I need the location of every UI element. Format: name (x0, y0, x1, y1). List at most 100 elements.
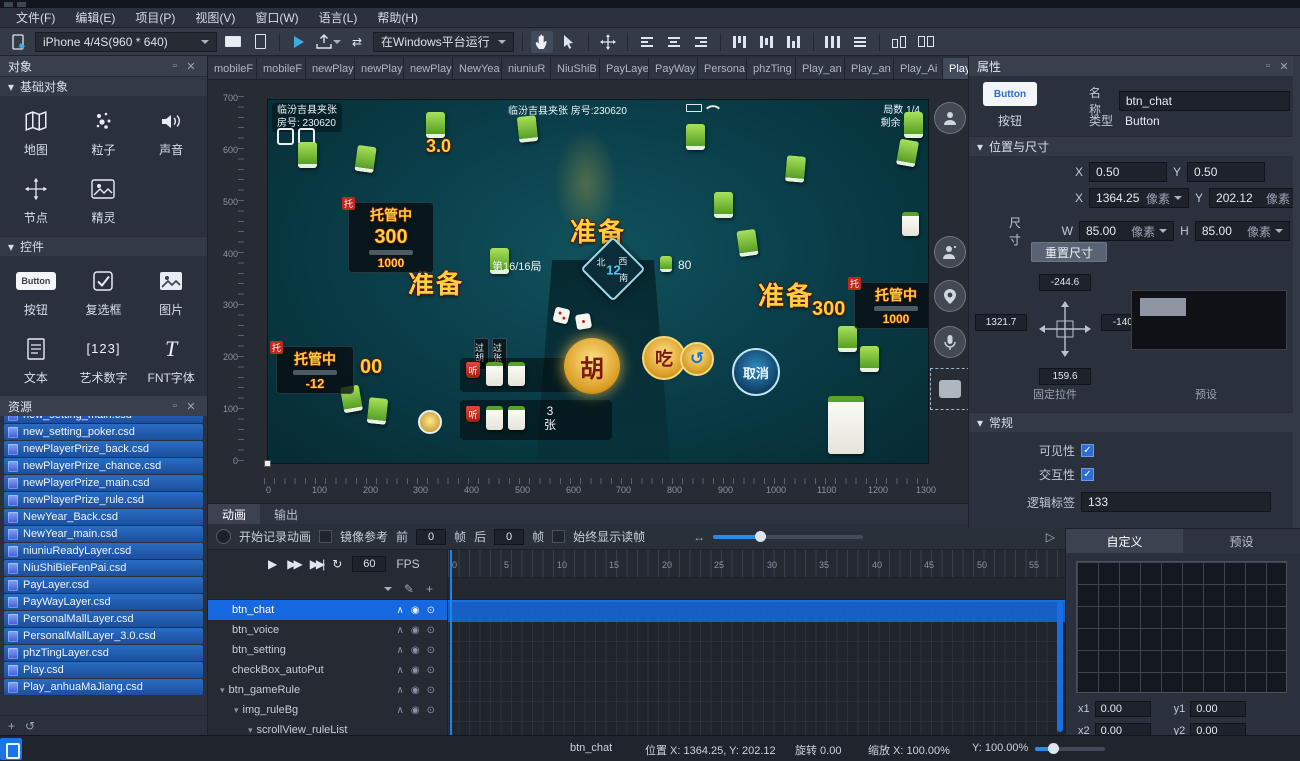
collapse-icon[interactable]: ∧ (397, 605, 404, 616)
dock-icon[interactable]: ▫ (167, 60, 183, 72)
keyframe-icon[interactable]: ⊙ (427, 685, 435, 696)
resource-file[interactable]: NiuShiBieFenPai.csd (4, 560, 203, 576)
eye-icon[interactable]: ◉ (411, 605, 420, 616)
x-position-input[interactable]: 1364.25 像素 (1089, 188, 1190, 208)
distribute-h-icon[interactable] (822, 31, 844, 53)
doc-tab[interactable]: NewYea (453, 58, 502, 79)
new-file-icon[interactable] (8, 31, 30, 53)
menu-project[interactable]: 项目(P) (125, 7, 185, 28)
doc-tab[interactable]: newPlay (306, 58, 355, 79)
resource-file[interactable]: PersonalMallLayer_3.0.csd (4, 628, 203, 644)
device-select[interactable]: iPhone 4/4S(960 * 640) (35, 31, 217, 52)
expand-icon[interactable]: ▾ (248, 725, 253, 736)
doc-tab[interactable]: Play_Ai (894, 58, 943, 79)
doc-tab[interactable]: niuniuR (502, 58, 551, 79)
height-input[interactable]: 85.00 像素 (1194, 221, 1291, 241)
orientation-portrait-button[interactable] (249, 31, 271, 53)
width-input[interactable]: 85.00 像素 (1079, 221, 1175, 241)
dock-icon[interactable]: ▫ (167, 400, 183, 412)
margin-left-input[interactable]: 1321.7 (975, 314, 1027, 331)
track-img-rulebg[interactable]: ▾ img_ruleBg ∧ ◉ ⊙ (208, 700, 447, 720)
menu-edit[interactable]: 编辑(E) (65, 7, 125, 28)
timeline-vertical-scrollbar[interactable] (1057, 602, 1063, 732)
dock-icon[interactable]: ▫ (1260, 60, 1276, 72)
align-right-icon[interactable] (690, 31, 712, 53)
distribute-v-icon[interactable] (849, 31, 871, 53)
tab-output[interactable]: 输出 (260, 504, 312, 524)
microphone-icon[interactable] (934, 326, 966, 358)
fps-input[interactable]: 60 (352, 556, 387, 572)
resource-file[interactable]: newPlayerPrize_chance.csd (4, 458, 203, 474)
track-btn-gamerule[interactable]: ▾ btn_gameRule ∧ ◉ ⊙ (208, 680, 447, 700)
keyframe-icon[interactable]: ⊙ (427, 665, 435, 676)
resource-file[interactable]: niuniuReadyLayer.csd (4, 543, 203, 559)
expand-icon[interactable]: ▾ (220, 685, 225, 696)
object-item-checkbox[interactable]: 复选框 (70, 260, 138, 324)
always-show-checkbox[interactable] (552, 530, 566, 543)
collapse-icon[interactable]: ∧ (397, 705, 404, 716)
section-general[interactable]: ▾ 常规 (969, 412, 1300, 432)
orientation-landscape-button[interactable] (222, 31, 244, 53)
add-icon[interactable]: + (8, 719, 15, 733)
resource-file[interactable]: NewYear_Back.csd (4, 509, 203, 525)
resource-file[interactable]: newPlayerPrize_back.csd (4, 441, 203, 457)
menu-language[interactable]: 语言(L) (309, 7, 368, 28)
resource-file[interactable]: newPlayerPrize_main.csd (4, 475, 203, 491)
curve-grid[interactable] (1076, 561, 1287, 693)
section-controls[interactable]: ▾ 控件 (0, 236, 207, 256)
location-pin-icon[interactable] (934, 280, 966, 312)
play-outline-icon[interactable]: ▷ (1046, 530, 1055, 544)
game-stage[interactable]: 临汾吉县夹张 房号: 230620 临汾吉县夹张 房号:230620 局数 1/… (268, 100, 928, 463)
avatar-add-icon[interactable] (934, 236, 966, 268)
eye-icon[interactable]: ◉ (411, 625, 420, 636)
menu-help[interactable]: 帮助(H) (367, 7, 428, 28)
margin-top-input[interactable]: -244.6 (1039, 274, 1091, 291)
doc-tab[interactable]: mobileF (208, 58, 257, 79)
menu-view[interactable]: 视图(V) (185, 7, 245, 28)
keyframe-icon[interactable]: ⊙ (427, 705, 435, 716)
interactive-checkbox[interactable]: ✓ (1081, 468, 1094, 481)
object-item-text[interactable]: 文本 (2, 328, 70, 392)
object-item-button[interactable]: Button 按钮 (2, 260, 70, 324)
reset-size-button[interactable]: 重置尺寸 (1031, 242, 1107, 262)
doc-tab[interactable]: phzTing (747, 58, 796, 79)
eye-icon[interactable]: ◉ (411, 705, 420, 716)
mirror-checkbox[interactable] (319, 530, 333, 543)
before-frames-input[interactable]: 0 (416, 528, 447, 545)
same-size-icon[interactable] (915, 31, 937, 53)
object-item-particle[interactable]: 粒子 (70, 100, 138, 164)
record-label[interactable]: 开始记录动画 (239, 528, 311, 545)
resource-file[interactable]: PayWayLayer.csd (4, 594, 203, 610)
run-target-select[interactable]: 在Windows平台运行 (373, 31, 514, 52)
doc-tab[interactable]: PayLaye (600, 58, 649, 79)
frame-ruler[interactable]: 0 5 10 15 20 25 30 35 40 45 50 55 (448, 550, 1065, 578)
doc-tab[interactable]: PayWay (649, 58, 698, 79)
section-position-size[interactable]: ▾ 位置与尺寸 (969, 136, 1300, 156)
sync-icon[interactable]: ⇄ (346, 31, 368, 53)
resource-file[interactable]: PersonalMallLayer.csd (4, 611, 203, 627)
chevron-down-icon[interactable] (1174, 196, 1183, 200)
after-frames-input[interactable]: 0 (494, 528, 525, 545)
track-btn-voice[interactable]: btn_voice ∧ ◉ ⊙ (208, 620, 447, 640)
close-icon[interactable]: ✕ (183, 400, 199, 413)
chevron-down-icon[interactable] (1275, 229, 1284, 233)
doc-tab-active[interactable]: Play ✕ (943, 58, 968, 79)
visible-checkbox[interactable]: ✓ (1081, 444, 1094, 457)
fast-forward-icon[interactable]: ▶▶ (287, 557, 303, 571)
x1-input[interactable]: 0.00 (1094, 701, 1151, 717)
resource-file[interactable]: phzTingLayer.csd (4, 645, 203, 661)
resource-file[interactable]: new_setting_main.csd (4, 416, 203, 423)
align-left-icon[interactable] (636, 31, 658, 53)
move-tool-icon[interactable] (597, 31, 619, 53)
properties-scrollbar[interactable] (1293, 56, 1300, 528)
y-percent-input[interactable]: 0.50 (1187, 162, 1266, 182)
object-item-node[interactable]: 节点 (2, 168, 70, 232)
logic-tag-input[interactable]: 133 (1081, 492, 1271, 512)
resource-file[interactable]: newPlayerPrize_rule.csd (4, 492, 203, 508)
object-item-image[interactable]: 图片 (137, 260, 205, 324)
same-width-icon[interactable] (888, 31, 910, 53)
object-item-map[interactable]: 地图 (2, 100, 70, 164)
record-icon[interactable] (216, 529, 231, 544)
doc-tab[interactable]: newPlay (355, 58, 404, 79)
track-btn-chat[interactable]: btn_chat ∧ ◉ ⊙ (208, 600, 447, 620)
